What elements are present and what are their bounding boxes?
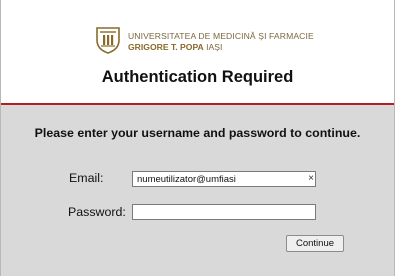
login-instructions: Please enter your username and password … [34, 126, 361, 140]
email-field[interactable] [132, 171, 316, 187]
university-logo: UNIVERSITATEA DE MEDICINĂ ȘI FARMACIE GR… [95, 26, 314, 54]
logo-city: IAȘI [203, 42, 223, 52]
university-crest-icon [96, 27, 120, 54]
logo-university-subname: GRIGORE T. POPA IAȘI [128, 42, 222, 52]
page-header: UNIVERSITATEA DE MEDICINĂ ȘI FARMACIE GR… [1, 0, 394, 103]
page-title: Authentication Required [101, 68, 294, 86]
continue-button[interactable]: Continue [286, 235, 344, 252]
logo-name-bold: GRIGORE T. POPA [128, 42, 204, 52]
password-label: Password: [68, 205, 126, 219]
login-panel: Please enter your username and password … [1, 103, 394, 276]
password-field[interactable] [132, 204, 316, 220]
logo-university-name: UNIVERSITATEA DE MEDICINĂ ȘI FARMACIE [128, 31, 314, 41]
clear-field-icon[interactable]: × [306, 171, 316, 187]
email-label: Email: [69, 171, 104, 185]
